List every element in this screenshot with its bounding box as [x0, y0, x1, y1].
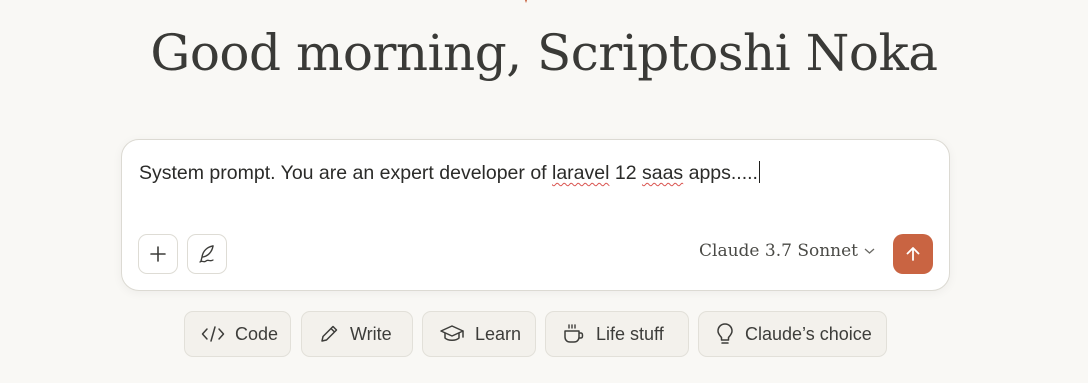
code-icon: [201, 326, 225, 342]
spellcheck-word[interactable]: laravel: [552, 162, 609, 184]
chip-label: Life stuff: [596, 323, 664, 344]
writing-style-button[interactable]: [187, 234, 227, 274]
greeting-heading: Good morning, Scriptoshi Noka: [150, 24, 938, 82]
arrow-up-icon: [906, 247, 920, 261]
chip-claudes-choice[interactable]: Claude’s choice: [698, 311, 887, 357]
chip-write[interactable]: Write: [301, 311, 413, 357]
graduation-cap-icon: [440, 325, 464, 341]
plus-icon: [150, 246, 166, 262]
chip-label: Learn: [475, 323, 522, 344]
send-button[interactable]: [893, 234, 933, 274]
prompt-text-part: apps.....: [683, 162, 758, 184]
prompt-text-part: System prompt. You are an expert develop…: [139, 162, 552, 184]
pencil-icon: [321, 325, 338, 342]
prompt-input[interactable]: System prompt. You are an expert develop…: [139, 161, 761, 185]
model-selector[interactable]: Claude 3.7 Sonnet: [699, 241, 875, 261]
quill-icon: [199, 245, 214, 263]
spellcheck-word[interactable]: saas: [642, 162, 683, 184]
chip-life-stuff[interactable]: Life stuff: [545, 311, 689, 357]
prompt-text-part: 12: [609, 162, 642, 184]
message-composer[interactable]: System prompt. You are an expert develop…: [121, 139, 950, 291]
chip-label: Claude’s choice: [745, 323, 872, 344]
chip-label: Code: [235, 323, 279, 344]
chip-label: Write: [350, 323, 392, 344]
lightbulb-icon: [717, 323, 733, 344]
coffee-cup-icon: [564, 324, 584, 343]
chip-code[interactable]: Code: [184, 311, 291, 357]
chip-learn[interactable]: Learn: [422, 311, 536, 357]
add-attachment-button[interactable]: [138, 234, 178, 274]
model-label: Claude 3.7 Sonnet: [699, 241, 858, 261]
chevron-down-icon: [864, 248, 875, 254]
text-caret: [758, 161, 761, 183]
brand-mark-icon: [524, 0, 528, 4]
